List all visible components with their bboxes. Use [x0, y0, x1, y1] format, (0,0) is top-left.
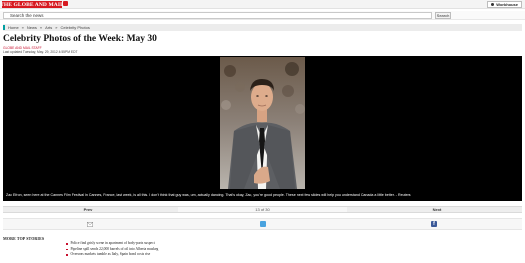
last-updated: Last updated Tuesday, May. 29, 2012 4:55…: [3, 50, 78, 54]
slide-counter: 13 of 30: [178, 207, 347, 212]
top-bar: THE GLOBE AND MAIL Workhouse: [0, 0, 525, 9]
next-button[interactable]: Next: [352, 207, 522, 212]
more-stories-heading: MORE TOP STORIES: [3, 236, 45, 241]
story-link[interactable]: Overseas markets tumble as Italy, Spain …: [71, 252, 151, 258]
search-bar: Search: [0, 11, 525, 20]
photo-gallery: Zac Efron, seen here at the Cannes Film …: [3, 56, 522, 201]
bullet-icon: [66, 254, 68, 256]
more-stories-list: Police find grisly scene in apartment of…: [66, 241, 158, 258]
breadcrumb-separator: »: [55, 25, 58, 30]
site-logo[interactable]: THE GLOBE AND MAIL: [0, 1, 64, 8]
search-input[interactable]: [3, 12, 432, 19]
account-label: Workhouse: [496, 2, 518, 7]
photo-image: [220, 57, 305, 189]
page-title: Celebrity Photos of the Week: May 30: [3, 34, 157, 44]
breadcrumb: Home » News » Arts » Celebrity Photos: [3, 24, 522, 31]
logo-mark-icon: [63, 1, 68, 6]
breadcrumb-separator: »: [39, 25, 43, 30]
breadcrumb-item-home[interactable]: Home: [8, 25, 19, 30]
twitter-icon[interactable]: [260, 221, 266, 227]
home-marker-icon: [3, 25, 5, 30]
gallery-photo: [220, 57, 305, 189]
share-bar: f: [3, 218, 522, 230]
search-button[interactable]: Search: [435, 12, 451, 19]
prev-button[interactable]: Prev: [3, 207, 173, 212]
list-item[interactable]: Overseas markets tumble as Italy, Spain …: [66, 252, 158, 258]
email-icon[interactable]: [87, 222, 93, 227]
breadcrumb-item-arts[interactable]: Arts: [45, 25, 52, 30]
facebook-icon[interactable]: f: [431, 221, 437, 227]
bullet-icon: [66, 248, 68, 250]
logo-text: THE GLOBE AND MAIL: [0, 1, 64, 8]
account-button[interactable]: Workhouse: [487, 1, 522, 8]
photo-caption: Zac Efron, seen here at the Cannes Film …: [6, 193, 411, 197]
user-icon: [491, 3, 495, 6]
breadcrumb-item-celebrity-photos[interactable]: Celebrity Photos: [61, 25, 90, 30]
gallery-navigation: Prev 13 of 30 Next: [3, 206, 522, 213]
breadcrumb-separator: »: [21, 25, 24, 30]
bullet-icon: [66, 243, 68, 245]
breadcrumb-item-news[interactable]: News: [27, 25, 37, 30]
